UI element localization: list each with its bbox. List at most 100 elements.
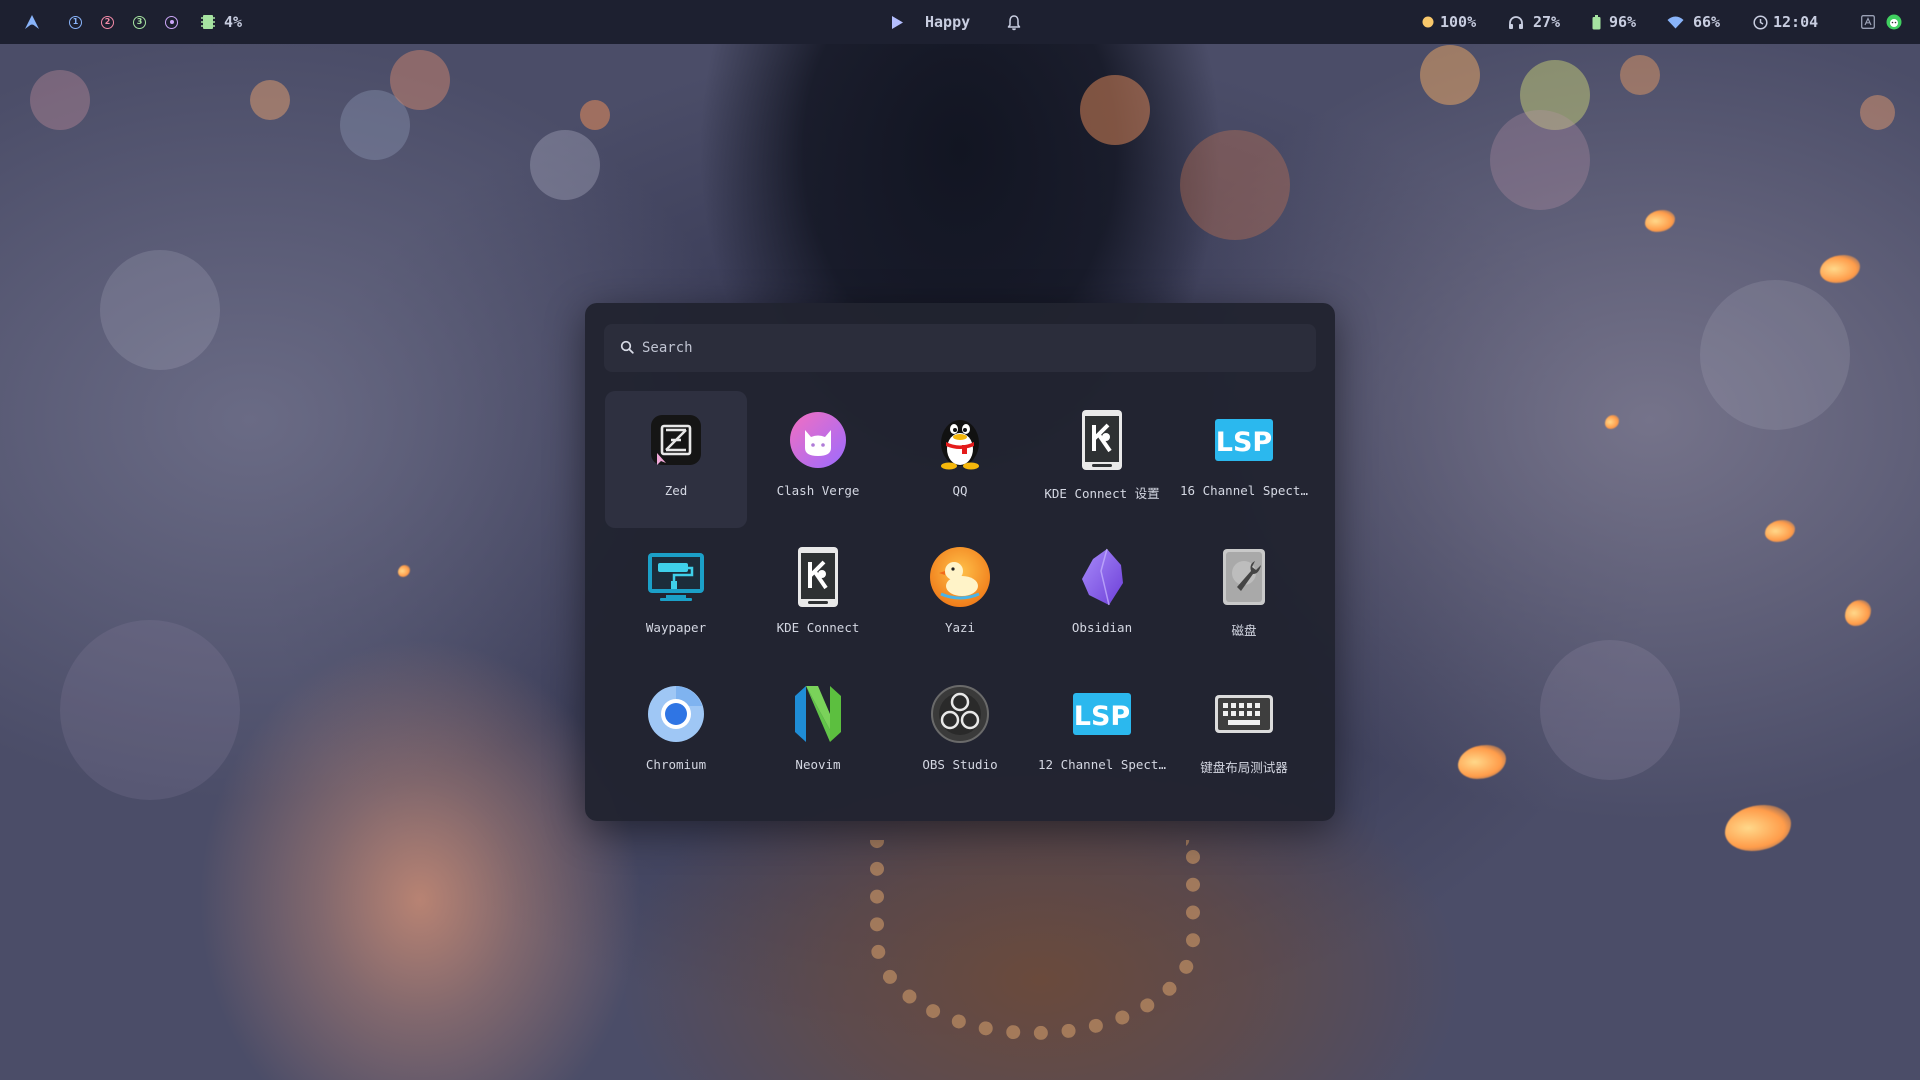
clock-time: 12:04 <box>1773 13 1819 31</box>
app-label: Chromium <box>645 757 707 772</box>
battery-icon <box>1592 14 1601 30</box>
battery-level: 96% <box>1609 13 1637 31</box>
top-bar: 1 2 3 4% Happy 100% 27% 96% 66% 12:04 <box>0 0 1920 44</box>
workspace-1[interactable]: 1 <box>69 0 82 44</box>
wifi-widget[interactable]: 66% <box>1667 0 1720 44</box>
app-tile-obs-studio[interactable]: OBS Studio <box>889 665 1031 802</box>
workspace-indicator: 1 <box>69 15 82 29</box>
workspace-indicator: 2 <box>101 15 114 29</box>
workspace-indicator: 3 <box>133 15 146 29</box>
media-title: Happy <box>925 13 971 31</box>
app-grid: Zed Clash Verge QQ KDE Connect 设置 LSP 16… <box>605 391 1315 802</box>
app-tile-disks[interactable]: 磁盘 <box>1173 528 1315 665</box>
clock-widget[interactable]: 12:04 <box>1753 0 1818 44</box>
waypaper-icon <box>645 546 707 608</box>
app-label: 磁盘 <box>1231 623 1257 638</box>
app-label: Waypaper <box>645 620 707 635</box>
headphones-icon <box>1508 15 1524 30</box>
app-label: 16 Channel Spect… <box>1180 483 1308 498</box>
keyboard-icon <box>1213 683 1275 745</box>
app-label: 键盘布局测试器 <box>1200 760 1288 775</box>
bokeh-light <box>1860 95 1895 130</box>
workspace-3[interactable]: 3 <box>133 0 146 44</box>
battery-widget[interactable]: 96% <box>1592 0 1636 44</box>
headphones-battery: 27% <box>1533 13 1561 31</box>
butterfly-decoration <box>1765 520 1795 542</box>
volume-icon <box>1422 16 1434 28</box>
arch-logo-icon[interactable] <box>24 0 40 44</box>
obsidian-icon <box>1071 546 1133 608</box>
headphones-widget[interactable]: 27% <box>1508 0 1560 44</box>
search-input[interactable] <box>642 340 1282 356</box>
workspace-indicator <box>165 15 178 29</box>
wifi-strength: 66% <box>1693 13 1721 31</box>
app-tile-zed[interactable]: Zed <box>605 391 747 528</box>
workspace-4[interactable] <box>165 0 178 44</box>
bell-icon[interactable] <box>1006 0 1022 44</box>
app-tile-kde-connect-settings[interactable]: KDE Connect 设置 <box>1031 391 1173 528</box>
bokeh-light <box>390 50 450 110</box>
butterfly-decoration <box>1605 415 1619 429</box>
volume-level: 100% <box>1440 13 1477 31</box>
butterfly-decoration <box>398 565 410 577</box>
app-label: KDE Connect 设置 <box>1044 486 1160 501</box>
lsp-icon: LSP <box>1213 409 1275 471</box>
app-label: Neovim <box>795 757 841 772</box>
bokeh-light <box>60 620 240 800</box>
app-tile-yazi[interactable]: Yazi <box>889 528 1031 665</box>
play-icon[interactable] <box>890 15 904 30</box>
app-tile-obsidian[interactable]: Obsidian <box>1031 528 1173 665</box>
disks-icon <box>1213 546 1275 608</box>
bokeh-light <box>530 130 600 200</box>
lsp-icon: LSP <box>1071 683 1133 745</box>
butterfly-decoration <box>1725 805 1791 851</box>
cpu-usage: 4% <box>224 13 243 31</box>
app-label: Yazi <box>944 620 976 635</box>
app-label: Clash Verge <box>776 483 860 498</box>
tray-app-icon[interactable] <box>1886 0 1902 44</box>
bokeh-light <box>580 100 610 130</box>
bokeh-light <box>1490 110 1590 210</box>
kde-connect-settings-icon <box>1071 409 1133 471</box>
bokeh-light <box>1180 130 1290 240</box>
clash-verge-icon <box>787 409 849 471</box>
bokeh-light <box>30 70 90 130</box>
svg-text:LSP: LSP <box>1216 427 1272 458</box>
bokeh-light <box>1420 45 1480 105</box>
app-tile-qq[interactable]: QQ <box>889 391 1031 528</box>
obs-studio-icon <box>929 683 991 745</box>
app-tile-waypaper[interactable]: Waypaper <box>605 528 747 665</box>
bokeh-light <box>1520 60 1590 130</box>
volume-widget[interactable]: 100% <box>1422 0 1476 44</box>
app-tile-chromium[interactable]: Chromium <box>605 665 747 802</box>
app-label: KDE Connect <box>776 620 860 635</box>
app-label: 12 Channel Spect… <box>1038 757 1166 772</box>
bokeh-light <box>1540 640 1680 780</box>
butterfly-decoration <box>1845 600 1871 626</box>
cpu-icon <box>201 14 215 30</box>
app-tile-kde-connect[interactable]: KDE Connect <box>747 528 889 665</box>
app-tile-keyboard-tester[interactable]: 键盘布局测试器 <box>1173 665 1315 802</box>
app-tile-12-channel-spectrum[interactable]: LSP 12 Channel Spect… <box>1031 665 1173 802</box>
neovim-icon <box>787 683 849 745</box>
media-widget[interactable]: Happy <box>890 0 970 44</box>
bokeh-light <box>1080 75 1150 145</box>
svg-text:LSP: LSP <box>1074 701 1130 732</box>
qq-icon <box>929 409 991 471</box>
zed-icon <box>645 409 707 471</box>
app-launcher: Zed Clash Verge <box>585 303 1335 821</box>
search-bar[interactable] <box>604 324 1316 372</box>
app-tile-clash-verge[interactable]: Clash Verge <box>747 391 889 528</box>
workspace-2[interactable]: 2 <box>101 0 114 44</box>
app-tile-16-channel-spectrum[interactable]: LSP 16 Channel Spect… <box>1173 391 1315 528</box>
chromium-icon <box>645 683 707 745</box>
app-tile-neovim[interactable]: Neovim <box>747 665 889 802</box>
butterfly-decoration <box>1645 210 1675 232</box>
yazi-icon <box>929 546 991 608</box>
app-label: Zed <box>664 483 688 498</box>
search-icon <box>620 339 634 358</box>
bokeh-light <box>250 80 290 120</box>
app-label: QQ <box>952 483 968 498</box>
keyboard-layout-icon[interactable] <box>1861 0 1875 44</box>
cpu-widget[interactable]: 4% <box>201 0 242 44</box>
